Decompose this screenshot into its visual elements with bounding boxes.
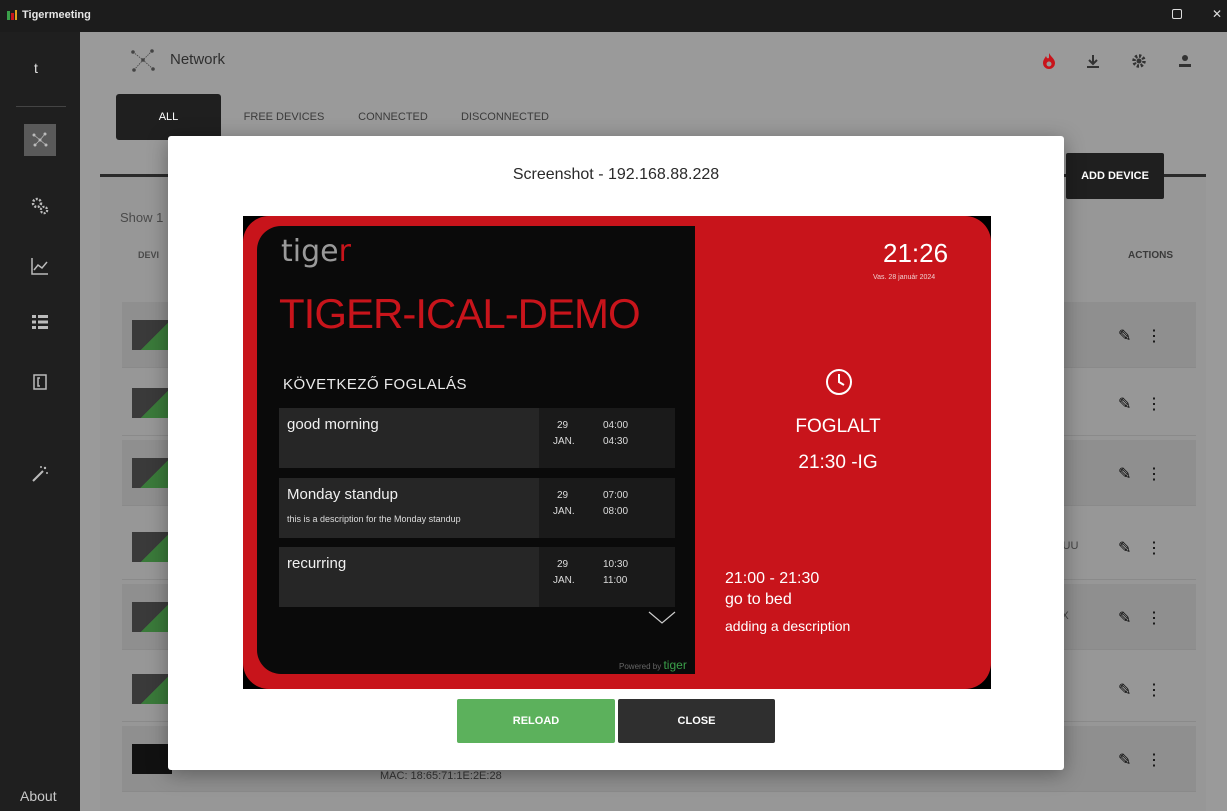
tiger-logo: tiger xyxy=(281,234,351,269)
maximize-button[interactable] xyxy=(1172,9,1182,19)
user-icon xyxy=(1179,55,1191,67)
event-title: Monday standup xyxy=(287,486,398,503)
room-name: TIGER-ICAL-DEMO xyxy=(279,290,641,337)
sidebar-divider xyxy=(16,106,66,107)
bracket-icon xyxy=(33,374,47,390)
title-bar: Tigermeeting ✕ xyxy=(0,0,1227,32)
device-thumbnail xyxy=(132,532,172,562)
date: Vas. 28 január 2024 xyxy=(873,274,936,281)
edit-icon[interactable]: ✎ xyxy=(1118,538,1131,558)
more-icon[interactable]: ⋮ xyxy=(1146,464,1162,484)
event-date: 29 JAN. 04:00 04:30 xyxy=(539,408,675,468)
event-title: recurring xyxy=(287,555,347,572)
screenshot-modal: Screenshot - 192.168.88.228 tiger TIGER-… xyxy=(168,136,1064,770)
more-icon[interactable]: ⋮ xyxy=(1146,750,1162,770)
about-link[interactable]: About xyxy=(20,788,57,804)
magic-wand-icon xyxy=(32,466,48,482)
sidebar: t About xyxy=(0,32,80,811)
device-thumbnail xyxy=(132,674,172,704)
sidebar-item-settings[interactable] xyxy=(24,190,56,222)
event-card: good morning 29 JAN. 04:00 04:30 xyxy=(279,408,675,468)
reload-button[interactable]: RELOAD xyxy=(457,699,615,743)
device-screenshot: tiger TIGER-ICAL-DEMO KÖVETKEZŐ FOGLALÁS… xyxy=(243,216,991,689)
event-card: recurring 29 JAN. 10:30 11:00 xyxy=(279,547,675,607)
tab-disconnected[interactable]: DISCONNECTED xyxy=(450,94,560,140)
add-device-button[interactable]: ADD DEVICE xyxy=(1066,153,1164,199)
device-thumbnail xyxy=(132,388,172,418)
device-mac: MAC: 18:65:71:1E:2E:28 xyxy=(380,770,502,782)
room-status: FOGLALT xyxy=(795,416,881,437)
sidebar-item-statistics[interactable] xyxy=(24,250,56,282)
clock-icon xyxy=(826,369,852,395)
download-button[interactable] xyxy=(1082,50,1104,72)
alert-button[interactable] xyxy=(1038,50,1060,72)
column-header-device[interactable]: DEVI xyxy=(138,250,159,260)
network-icon xyxy=(32,132,48,147)
device-thumbnail xyxy=(132,602,172,632)
device-thumbnail xyxy=(132,458,172,488)
room-status-until: 21:30 -IG xyxy=(798,452,878,473)
current-event-title: go to bed xyxy=(725,591,792,608)
chart-icon xyxy=(31,258,48,275)
more-icon[interactable]: ⋮ xyxy=(1146,326,1162,346)
show-entries-label: Show 1 xyxy=(120,210,164,225)
gears-icon xyxy=(31,197,49,215)
top-bar: Network xyxy=(80,32,1227,90)
flame-icon xyxy=(1043,53,1055,69)
sidebar-item-list[interactable] xyxy=(24,306,56,338)
powered-by: Powered by tiger xyxy=(619,658,687,672)
current-event-time: 21:00 - 21:30 xyxy=(725,570,820,587)
sidebar-item-logs[interactable] xyxy=(24,366,56,398)
more-icon[interactable]: ⋮ xyxy=(1146,608,1162,628)
settings-button[interactable] xyxy=(1128,50,1150,72)
sidebar-brand[interactable]: t xyxy=(34,60,38,76)
gear-icon xyxy=(1132,54,1146,68)
sidebar-item-network[interactable] xyxy=(24,124,56,156)
clock: 21:26 xyxy=(883,238,949,268)
event-date: 29 JAN. 10:30 11:00 xyxy=(539,547,675,607)
window-title: Tigermeeting xyxy=(22,9,91,21)
edit-icon[interactable]: ✎ xyxy=(1118,750,1131,770)
more-icon[interactable]: ⋮ xyxy=(1146,394,1162,414)
edit-icon[interactable]: ✎ xyxy=(1118,608,1131,628)
edit-icon[interactable]: ✎ xyxy=(1118,464,1131,484)
device-thumbnail xyxy=(132,320,172,350)
event-card: Monday standup this is a description for… xyxy=(279,478,675,538)
user-button[interactable] xyxy=(1174,50,1196,72)
event-date: 29 JAN. 07:00 08:00 xyxy=(539,478,675,538)
more-icon[interactable]: ⋮ xyxy=(1146,538,1162,558)
sidebar-item-wizard[interactable] xyxy=(24,458,56,490)
more-icon[interactable]: ⋮ xyxy=(1146,680,1162,700)
chevron-down-icon xyxy=(648,611,676,624)
device-thumbnail xyxy=(132,744,172,774)
edit-icon[interactable]: ✎ xyxy=(1118,680,1131,700)
modal-title: Screenshot - 192.168.88.228 xyxy=(512,166,720,183)
edit-icon[interactable]: ✎ xyxy=(1118,326,1131,346)
event-title: good morning xyxy=(287,416,379,433)
column-header-actions: ACTIONS xyxy=(1128,250,1173,261)
download-icon xyxy=(1087,55,1099,68)
tab-free-devices[interactable]: FREE DEVICES xyxy=(232,94,336,140)
close-button[interactable]: CLOSE xyxy=(618,699,775,743)
event-desc: this is a description for the Monday sta… xyxy=(287,514,461,524)
close-window-button[interactable]: ✕ xyxy=(1212,7,1222,21)
edit-icon[interactable]: ✎ xyxy=(1118,394,1131,414)
tab-connected[interactable]: CONNECTED xyxy=(348,94,438,140)
next-booking-label: KÖVETKEZŐ FOGLALÁS xyxy=(283,376,468,393)
network-header-icon xyxy=(131,49,155,72)
app-logo-icon xyxy=(7,10,17,20)
current-event-desc: adding a description xyxy=(725,618,851,634)
tab-all[interactable]: ALL xyxy=(116,94,221,140)
list-icon xyxy=(32,315,48,329)
page-title: Network xyxy=(170,51,226,68)
